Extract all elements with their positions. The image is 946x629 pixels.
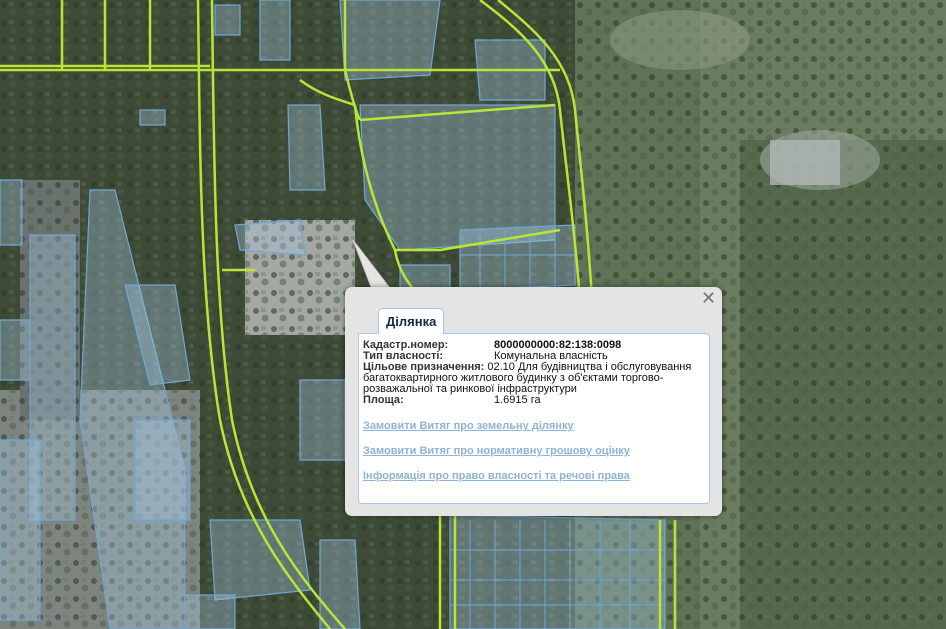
order-valuation-extract-link[interactable]: Замовити Витяг про нормативну грошову оц… xyxy=(363,445,701,457)
popup-links: Замовити Витяг про земельну ділянку Замо… xyxy=(363,420,701,482)
purpose-row: Цільове призначення: 02.10 Для будівницт… xyxy=(363,362,701,395)
area-value: 1.6915 га xyxy=(494,394,541,406)
area-label: Площа: xyxy=(363,394,404,406)
tab-parcel[interactable]: Ділянка xyxy=(378,308,445,334)
order-land-extract-link[interactable]: Замовити Витяг про земельну ділянку xyxy=(363,420,701,432)
ownership-rights-info-link[interactable]: Інформація про право власності та речові… xyxy=(363,470,701,482)
parcel-details-panel: Кадастр.номер: 8000000000:82:138:0098 Ти… xyxy=(358,333,710,504)
area-row: Площа: 1.6915 га xyxy=(363,395,701,406)
close-icon[interactable]: ✕ xyxy=(701,290,716,308)
parcel-info-popup: ✕ Ділянка Кадастр.номер: 8000000000:82:1… xyxy=(345,287,722,516)
parcel-attributes: Кадастр.номер: 8000000000:82:138:0098 Ти… xyxy=(363,340,701,406)
